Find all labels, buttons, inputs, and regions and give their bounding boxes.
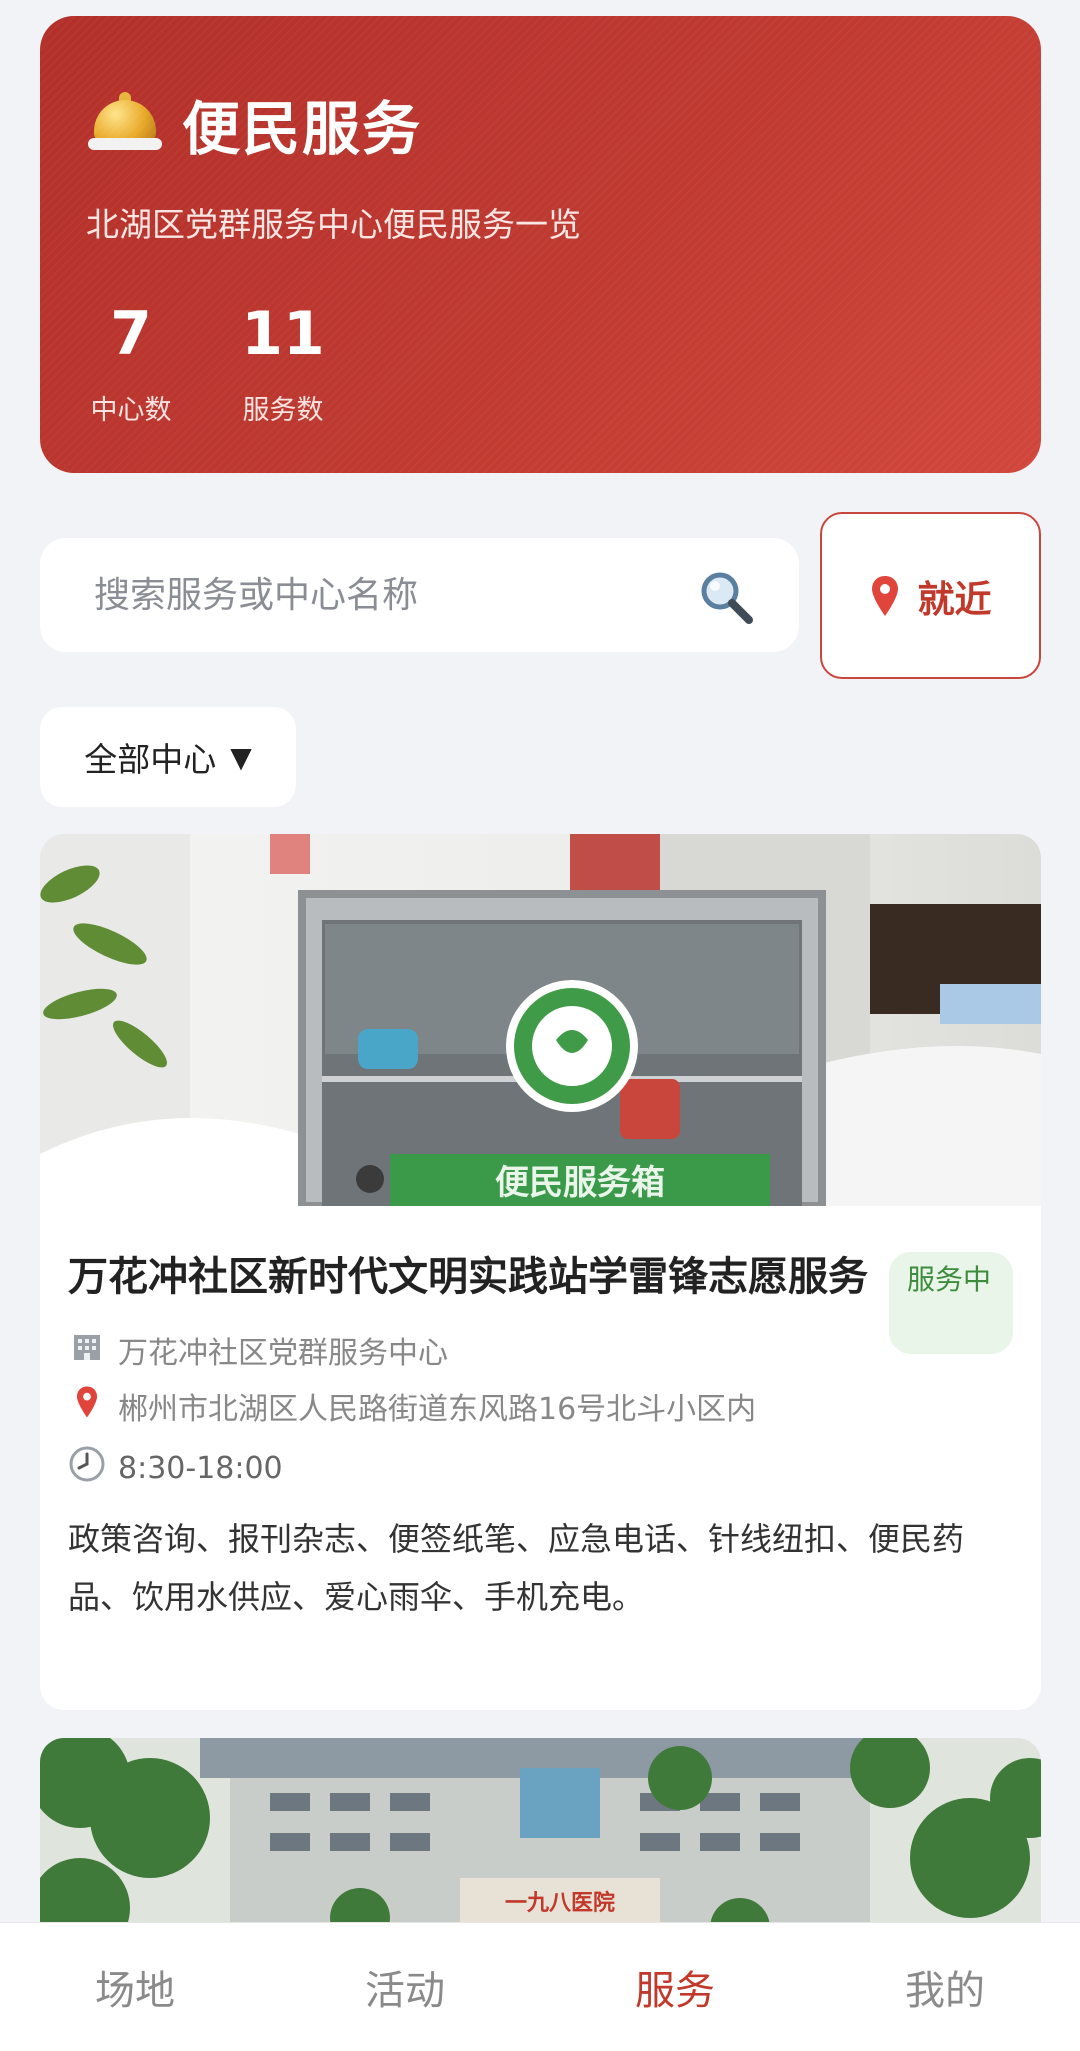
stat-service-count: 11 服务数 — [228, 298, 338, 427]
stat-value: 11 — [241, 299, 325, 369]
page-title: 便民服务 — [182, 95, 423, 163]
service-description: 政策咨询、报刊杂志、便签纸笔、应急电话、针线纽扣、便民药品、饮用水供应、爱心雨伞… — [68, 1520, 965, 1616]
service-card[interactable]: 一九八医院 — [40, 1738, 1041, 1938]
hospital-sign-text: 一九八医院 — [505, 1890, 615, 1916]
status-badge: 服务中 — [889, 1252, 1013, 1354]
tab-services[interactable]: 服务 — [540, 1923, 810, 2051]
search-input[interactable] — [94, 574, 654, 616]
nearby-button[interactable]: 就近 — [820, 512, 1041, 679]
stat-center-count: 7 中心数 — [86, 298, 176, 427]
building-icon — [68, 1330, 106, 1370]
service-bell-icon — [88, 92, 162, 156]
stat-label: 服务数 — [242, 395, 324, 426]
search-icon[interactable] — [697, 568, 755, 626]
address-text: 郴州市北湖区人民路街道东风路16号北斗小区内 — [118, 1392, 757, 1427]
center-name: 万花冲社区党群服务中心 — [118, 1336, 448, 1371]
service-title: 万花冲社区新时代文明实践站学雷锋志愿服务 — [68, 1254, 868, 1300]
service-card[interactable]: 便民服务箱 万花冲社区新时代文明实践站学雷锋志愿服务 服务中 万花冲社区党群服务… — [40, 834, 1041, 1710]
service-photo: 一九八医院 — [40, 1738, 1041, 1938]
location-pin-icon — [68, 1385, 106, 1427]
address-row: 郴州市北湖区人民路街道东风路16号北斗小区内 — [68, 1384, 1013, 1428]
service-photo: 便民服务箱 — [40, 834, 1041, 1206]
location-pin-icon — [871, 575, 898, 616]
filter-selected-label: 全部中心 — [84, 740, 217, 779]
header-banner: 便民服务 北湖区党群服务中心便民服务一览 7 中心数 11 服务数 — [40, 16, 1041, 473]
page-subtitle: 北湖区党群服务中心便民服务一览 — [86, 205, 581, 244]
page: 便民服务 北湖区党群服务中心便民服务一览 7 中心数 11 服务数 就近 全部中… — [0, 0, 1080, 2051]
center-row: 万花冲社区党群服务中心 — [68, 1328, 1013, 1372]
box-label-text: 便民服务箱 — [495, 1163, 665, 1203]
clock-icon — [68, 1446, 106, 1490]
tab-mine[interactable]: 我的 — [810, 1923, 1080, 2051]
stat-value: 7 — [110, 299, 152, 369]
stat-label: 中心数 — [90, 395, 172, 426]
tab-venues[interactable]: 场地 — [0, 1923, 270, 2051]
center-filter-dropdown[interactable]: 全部中心 ▼ — [40, 707, 296, 807]
tab-activities[interactable]: 活动 — [270, 1923, 540, 2051]
search-bar — [40, 538, 799, 652]
service-card-body: 万花冲社区新时代文明实践站学雷锋志愿服务 服务中 万花冲社区党群服务中心 郴州市… — [68, 1244, 1013, 1626]
bottom-tab-bar: 场地 活动 服务 我的 — [0, 1922, 1080, 2051]
chevron-down-icon: ▼ — [230, 740, 252, 774]
header-title-row: 便民服务 — [88, 82, 422, 166]
hours-text: 8:30-18:00 — [118, 1450, 283, 1486]
nearby-label: 就近 — [917, 577, 992, 621]
hours-row: 8:30-18:00 — [68, 1446, 1013, 1490]
